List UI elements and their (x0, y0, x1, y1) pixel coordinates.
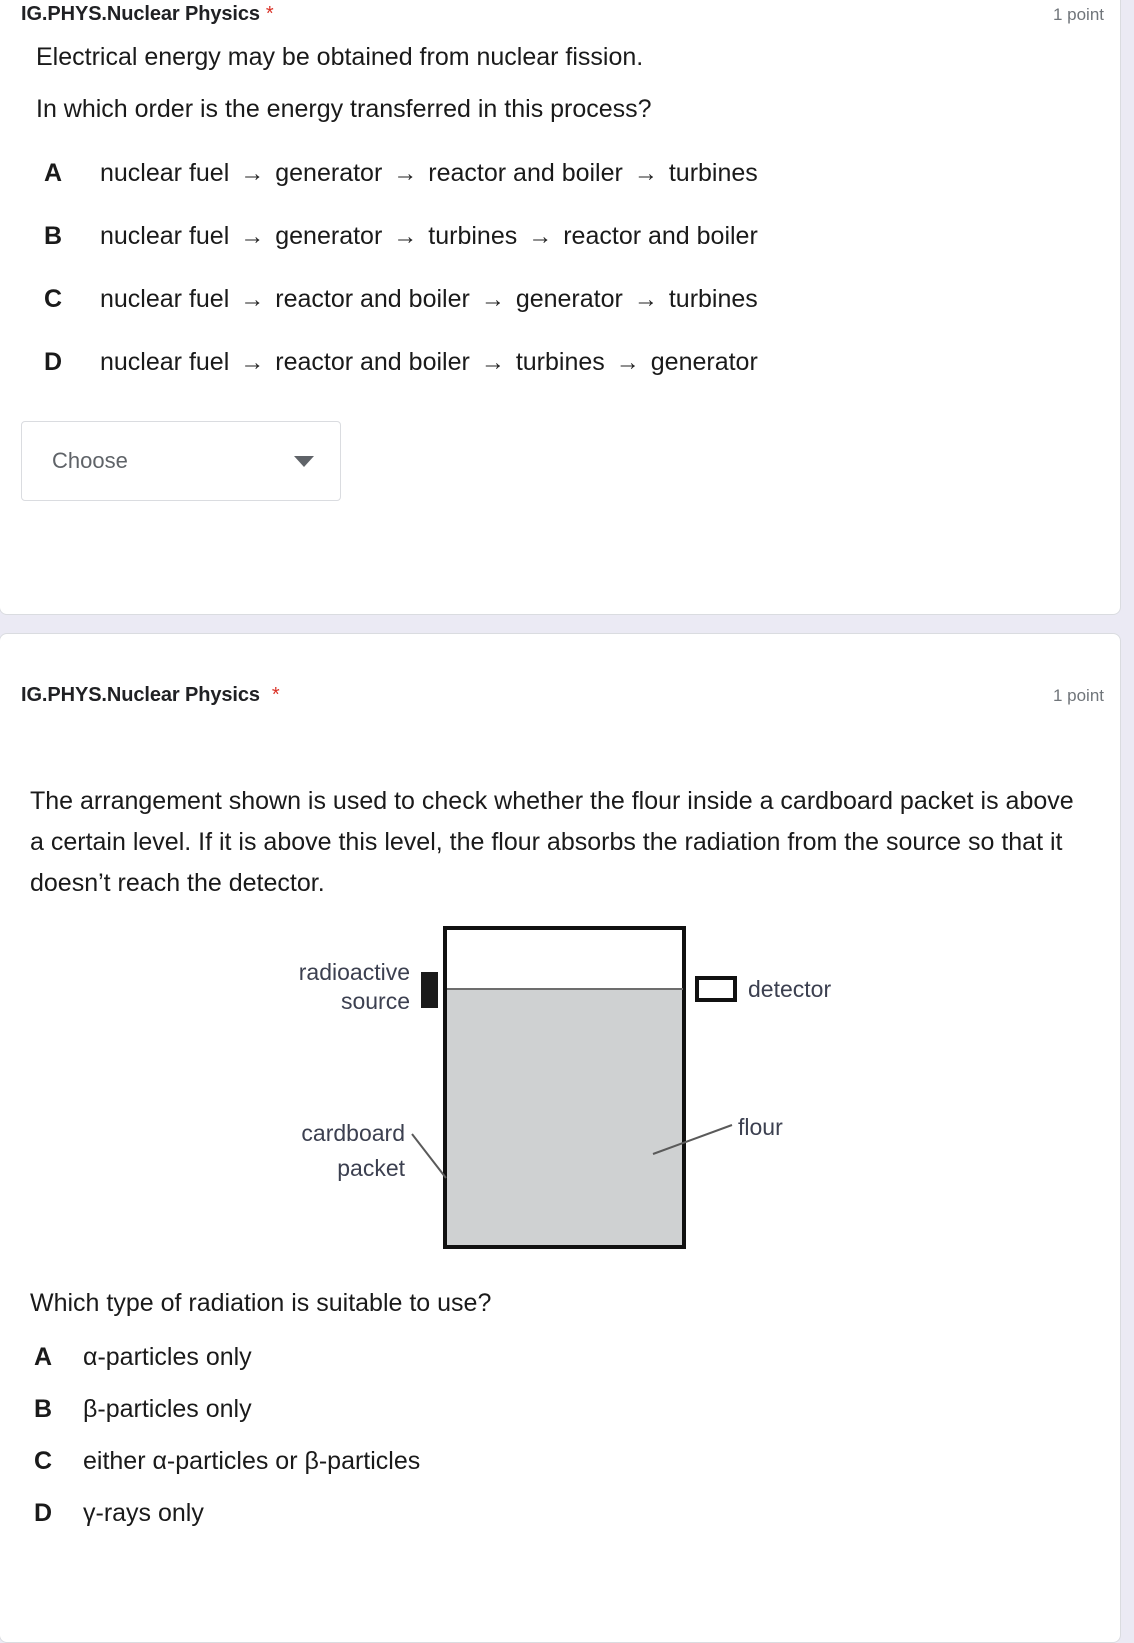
question-2-option-c: C either α-particles or β-particles (34, 1447, 420, 1476)
radioactive-source-label-line-2: source (341, 988, 410, 1014)
radioactive-source-label-line-1: radioactive (299, 959, 410, 985)
question-card-2: IG.PHYS.Nuclear Physics * 1 point The ar… (0, 633, 1121, 1643)
question-2-option-d: D γ-rays only (34, 1499, 204, 1528)
option-step-4: reactor and boiler (563, 222, 758, 250)
question-1-option-a: A nuclear fuel → generator → reactor and… (44, 159, 758, 188)
arrow-icon: → (615, 349, 640, 376)
option-text: β-particles only (83, 1395, 252, 1423)
question-1-header: IG.PHYS.Nuclear Physics * 1 point (0, 3, 1120, 26)
flour-fill (446, 989, 684, 1247)
question-2-prompt: Which type of radiation is suitable to u… (30, 1289, 492, 1317)
question-1-option-b: B nuclear fuel → generator → turbines → … (44, 222, 758, 251)
cardboard-packet-label-line-1: cardboard (301, 1120, 405, 1146)
chevron-down-icon[interactable] (294, 455, 314, 467)
question-2-paragraph: The arrangement shown is used to check w… (30, 787, 1074, 897)
option-letter: D (34, 1499, 53, 1527)
question-2-header: IG.PHYS.Nuclear Physics * 1 point (0, 684, 1120, 707)
question-1-stem-line-1: Electrical energy may be obtained from n… (36, 43, 644, 71)
arrow-icon: → (240, 223, 265, 250)
option-letter: C (34, 1447, 53, 1475)
question-1-stem-line-2: In which order is the energy transferred… (36, 95, 652, 123)
answer-dropdown[interactable]: Choose (21, 421, 341, 501)
arrow-icon: → (393, 223, 418, 250)
flour-label: flour (738, 1114, 783, 1140)
question-1-option-d: D nuclear fuel → reactor and boiler → tu… (44, 348, 758, 377)
arrow-icon: → (240, 349, 265, 376)
option-step-3: reactor and boiler (428, 159, 623, 187)
flour-packet-diagram: radioactive source detector cardboard pa… (240, 914, 870, 1264)
option-step-4: generator (650, 348, 758, 376)
option-step-3: generator (515, 285, 623, 313)
question-2-option-a: A α-particles only (34, 1343, 252, 1372)
arrow-icon: → (393, 160, 418, 187)
option-letter: B (44, 222, 63, 250)
arrow-icon: → (480, 349, 505, 376)
option-step-1: nuclear fuel (100, 159, 230, 187)
required-asterisk: * (271, 684, 280, 706)
detector-label: detector (748, 976, 831, 1002)
arrow-icon: → (480, 286, 505, 313)
question-2-title-wrap: IG.PHYS.Nuclear Physics * (21, 684, 280, 707)
option-step-4: turbines (668, 285, 758, 313)
question-2-points-badge: 1 point (1052, 686, 1104, 705)
option-text: α-particles only (83, 1343, 252, 1371)
arrow-icon: → (240, 160, 265, 187)
cardboard-packet-label-line-2: packet (337, 1155, 405, 1181)
arrow-icon: → (240, 286, 265, 313)
page-title: IG.PHYS.Nuclear Physics (21, 3, 260, 25)
arrow-icon: → (528, 223, 553, 250)
option-step-3: turbines (515, 348, 605, 376)
option-step-1: nuclear fuel (100, 285, 230, 313)
radioactive-source-icon (421, 972, 438, 1008)
question-1-points-badge: 1 point (1052, 5, 1104, 24)
option-text: γ-rays only (83, 1499, 204, 1527)
option-letter: A (44, 159, 63, 187)
option-step-2: generator (275, 159, 383, 187)
question-1-title-wrap: IG.PHYS.Nuclear Physics * (21, 3, 274, 26)
option-letter: D (44, 348, 63, 376)
option-step-3: turbines (428, 222, 518, 250)
option-step-1: nuclear fuel (100, 222, 230, 250)
option-step-4: turbines (668, 159, 758, 187)
option-letter: A (34, 1343, 53, 1371)
option-step-2: reactor and boiler (275, 348, 470, 376)
option-letter: C (44, 285, 63, 313)
required-asterisk: * (265, 3, 274, 25)
option-step-2: reactor and boiler (275, 285, 470, 313)
arrow-icon: → (633, 286, 658, 313)
page-title: IG.PHYS.Nuclear Physics (21, 684, 260, 706)
question-card-1: IG.PHYS.Nuclear Physics * 1 point Electr… (0, 0, 1121, 615)
question-2-option-b: B β-particles only (34, 1395, 252, 1424)
question-1-option-c: C nuclear fuel → reactor and boiler → ge… (44, 285, 758, 314)
cardboard-packet-leader-line (411, 1133, 447, 1179)
option-step-2: generator (275, 222, 383, 250)
option-step-1: nuclear fuel (100, 348, 230, 376)
option-text: either α-particles or β-particles (83, 1447, 421, 1475)
arrow-icon: → (633, 160, 658, 187)
detector-icon (695, 976, 737, 1002)
option-letter: B (34, 1395, 53, 1423)
dropdown-placeholder: Choose (52, 448, 128, 473)
